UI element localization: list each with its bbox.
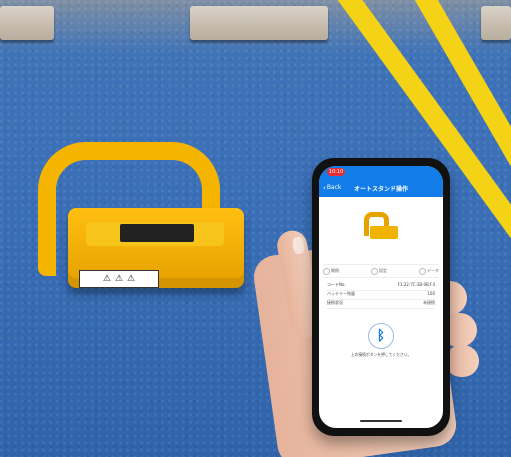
info-label: コードNo.: [327, 282, 346, 287]
screen-title: オートスタンド操作: [353, 186, 408, 193]
info-row: コードNo. F1:22:7C:3B:0B:F4: [327, 282, 435, 291]
device-preview: [319, 197, 443, 259]
status-bar: 10:10: [319, 166, 443, 179]
info-value: 未接続: [423, 300, 435, 305]
connection-hint: 上の接続ボタンを押してください。: [350, 352, 412, 357]
navigation-bar: ‹ Back オートスタンド操作: [319, 179, 443, 197]
device-info: コードNo. F1:22:7C:3B:0B:F4 バッテリー残量 100 接続状…: [319, 278, 443, 309]
selector-label: データ: [427, 268, 439, 273]
parking-curb-center: [190, 6, 328, 40]
info-value: 100: [427, 291, 435, 296]
warning-label: ⚠ ⚠ ⚠: [79, 270, 159, 288]
parking-lot-photo: ⚠ ⚠ ⚠ 10:10 ‹ Back オートスタンド操作 開閉 設定 データ コ…: [0, 0, 511, 457]
mini-lock-base: [370, 226, 398, 239]
parking-lock-slot: [120, 224, 194, 242]
selector-option-open-close[interactable]: 開閉: [323, 267, 339, 275]
bluetooth-icon: ᛒ: [376, 328, 386, 344]
info-row: 接続状況 未接続: [327, 300, 435, 309]
bluetooth-connect-button[interactable]: ᛒ: [368, 323, 394, 349]
selector-label: 開閉: [331, 268, 339, 273]
smartphone: 10:10 ‹ Back オートスタンド操作 開閉 設定 データ コードNo. …: [312, 158, 450, 436]
yellow-parking-lock: ⚠ ⚠ ⚠: [28, 138, 248, 298]
home-indicator: [360, 420, 402, 422]
parking-curb-right: [481, 6, 511, 40]
radio-icon: [371, 267, 378, 275]
status-time: 10:10: [327, 168, 345, 176]
selector-label: 設定: [379, 268, 387, 273]
warning-icon: ⚠: [102, 274, 111, 284]
mode-selector[interactable]: 開閉 設定 データ: [323, 264, 439, 278]
info-row: バッテリー残量 100: [327, 291, 435, 300]
radio-icon: [323, 267, 330, 275]
info-label: バッテリー残量: [327, 291, 355, 296]
selector-option-data[interactable]: データ: [419, 267, 439, 275]
app-screen: 10:10 ‹ Back オートスタンド操作 開閉 設定 データ コードNo. …: [319, 166, 443, 428]
selector-option-settings[interactable]: 設定: [371, 267, 387, 275]
warning-icon: ⚠: [114, 274, 124, 284]
info-label: 接続状況: [327, 300, 343, 305]
parking-curb-left: [0, 6, 54, 40]
parking-lock-image: [359, 210, 403, 246]
info-value: F1:22:7C:3B:0B:F4: [397, 282, 435, 287]
finger: [445, 345, 479, 377]
warning-icon: ⚠: [127, 274, 136, 284]
radio-icon: [419, 267, 426, 275]
